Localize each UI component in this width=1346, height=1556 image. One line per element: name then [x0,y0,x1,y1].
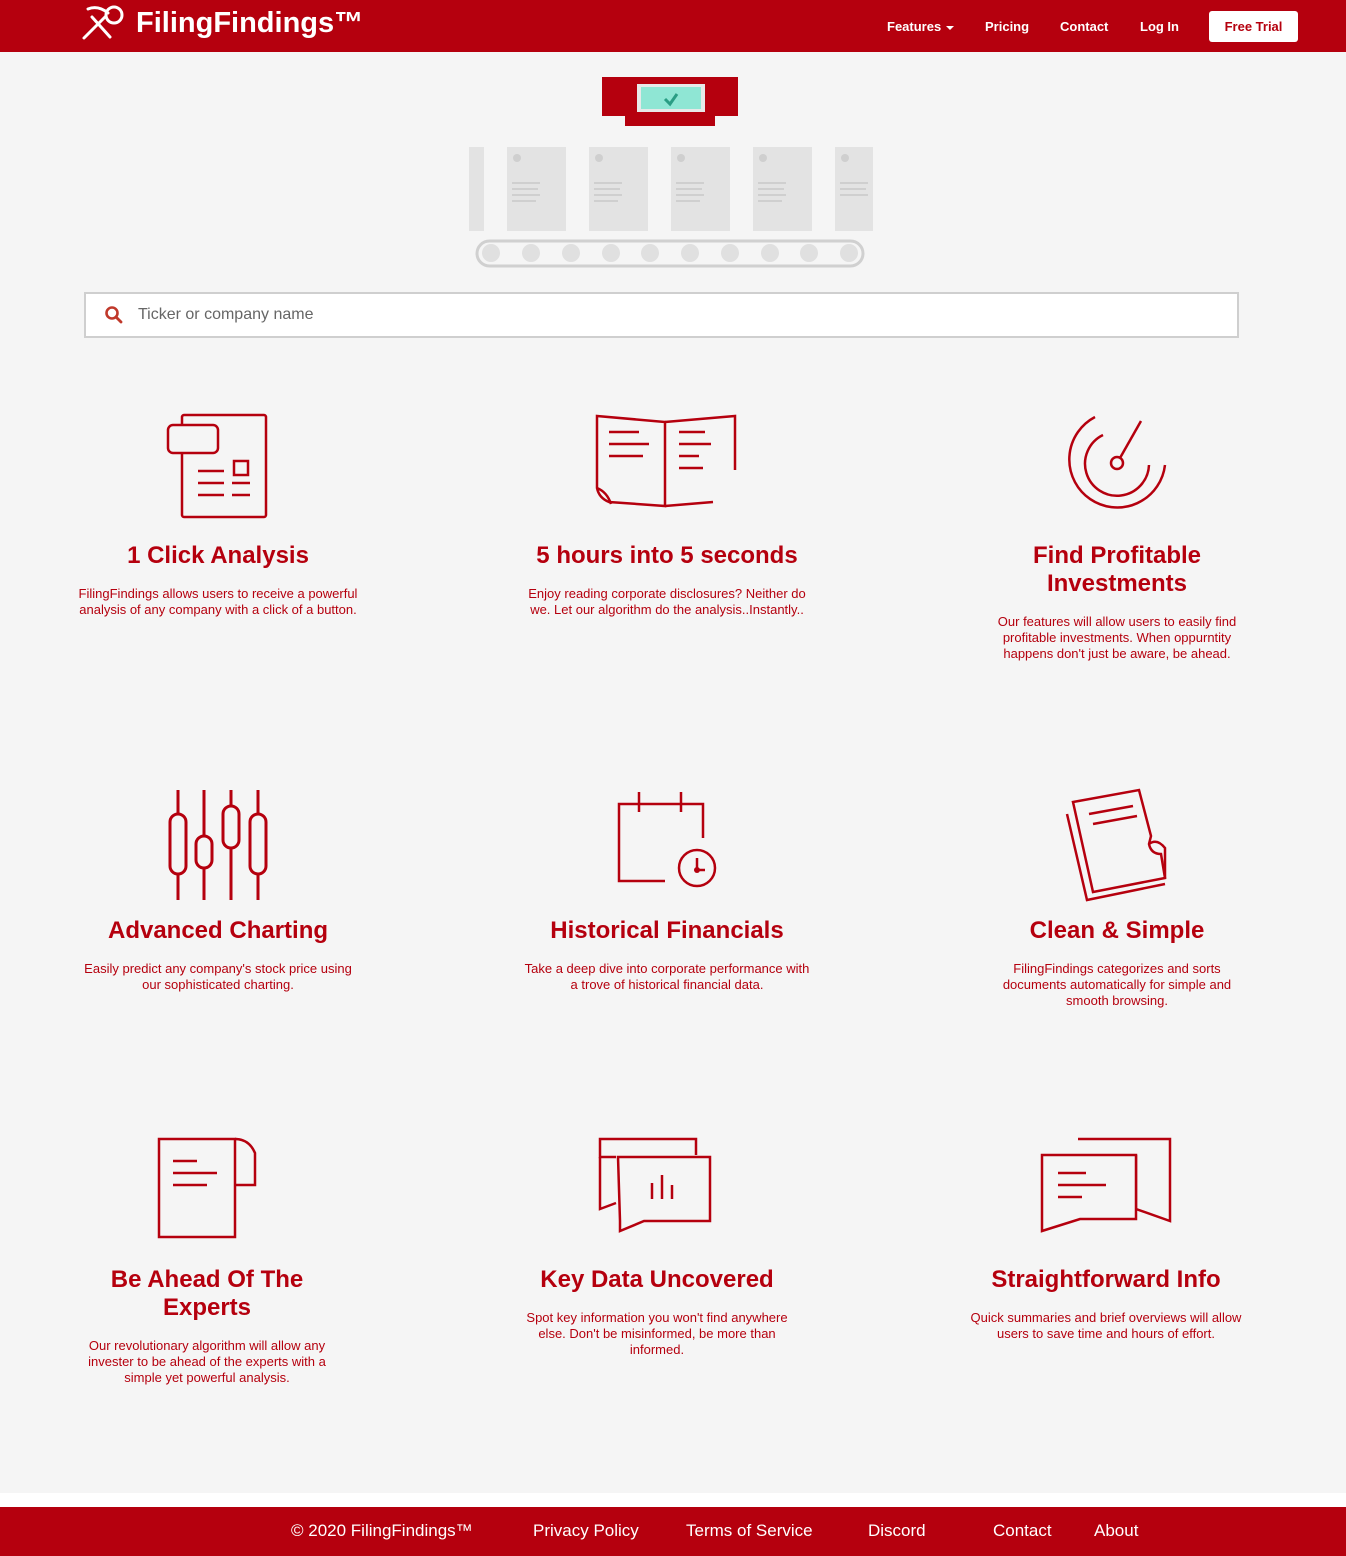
feature-title: 1 Click Analysis [127,542,309,569]
feature-title: Key Data Uncovered [540,1266,774,1293]
nav-features-label: Features [887,19,942,34]
footer-about-link[interactable]: About [1094,1521,1138,1541]
curled-document-icon [157,1137,257,1239]
pickaxe-magnifier-logo-icon [82,5,124,40]
document-analysis-icon [166,413,268,519]
feature-description: FilingFindings allows users to receive a… [78,586,358,617]
nav-features[interactable]: Features [887,19,955,34]
nav-pricing[interactable]: Pricing [985,19,1029,34]
feature-card: Find Profitable Investments Our features… [967,542,1267,662]
footer-contact-link[interactable]: Contact [993,1521,1052,1541]
feature-title: Be Ahead Of The Experts [110,1266,304,1321]
brand-name: FilingFindings™ [136,6,364,39]
feature-card: Key Data Uncovered Spot key information … [507,1266,807,1358]
feature-description: FilingFindings categorizes and sorts doc… [1002,961,1232,1008]
search-input[interactable] [138,296,1228,334]
nav-login[interactable]: Log In [1140,19,1179,34]
search-icon[interactable] [104,305,124,325]
search-bar [84,292,1239,338]
footer-copyright: © 2020 FilingFindings™ [291,1521,473,1540]
feature-description: Easily predict any company's stock price… [84,961,352,992]
footer: © 2020 FilingFindings™ Privacy Policy Te… [0,1507,1346,1556]
calendar-clock-icon [617,792,717,888]
footer-privacy-link[interactable]: Privacy Policy [533,1521,639,1541]
stacked-documents-icon [1065,788,1167,902]
feature-card: 5 hours into 5 seconds Enjoy reading cor… [517,542,817,618]
chat-chart-icon [598,1137,712,1233]
feature-description: Take a deep dive into corporate performa… [524,961,810,992]
free-trial-button[interactable]: Free Trial [1209,11,1298,42]
feature-card: Advanced Charting Easily predict any com… [68,917,368,993]
feature-card: Be Ahead Of The Experts Our revolutionar… [57,1266,357,1386]
feature-title: Clean & Simple [1029,917,1205,944]
footer-discord-link[interactable]: Discord [868,1521,926,1541]
feature-description: Our features will allow users to easily … [997,614,1237,661]
caret-down-icon [946,25,955,30]
brand[interactable]: FilingFindings™ [80,3,363,43]
open-book-icon [595,414,737,508]
feature-title: 5 hours into 5 seconds [536,542,798,569]
navbar: FilingFindings™ Features Pricing Contact… [0,0,1346,52]
feature-description: Quick summaries and brief overviews will… [970,1310,1242,1341]
feature-card: Straightforward Info Quick summaries and… [956,1266,1256,1342]
candlestick-chart-icon [168,790,268,900]
feature-card: Clean & Simple FilingFindings categorize… [967,917,1267,1009]
radar-gauge-icon [1068,415,1167,509]
nav-contact[interactable]: Contact [1060,19,1108,34]
footer-spacer [0,1493,1346,1507]
feature-title: Straightforward Info [991,1266,1221,1293]
chat-bubbles-icon [1040,1137,1172,1233]
feature-description: Enjoy reading corporate disclosures? Nei… [528,586,806,617]
footer-terms-link[interactable]: Terms of Service [686,1521,813,1541]
feature-title: Advanced Charting [107,917,329,944]
feature-title: Find Profitable Investments [1033,542,1201,597]
feature-card: 1 Click Analysis FilingFindings allows u… [68,542,368,618]
hero-conveyor-illustration [469,77,873,268]
feature-description: Spot key information you won't find anyw… [526,1310,788,1357]
feature-title: Historical Financials [550,917,784,944]
feature-description: Our revolutionary algorithm will allow a… [88,1338,326,1385]
feature-card: Historical Financials Take a deep dive i… [517,917,817,993]
